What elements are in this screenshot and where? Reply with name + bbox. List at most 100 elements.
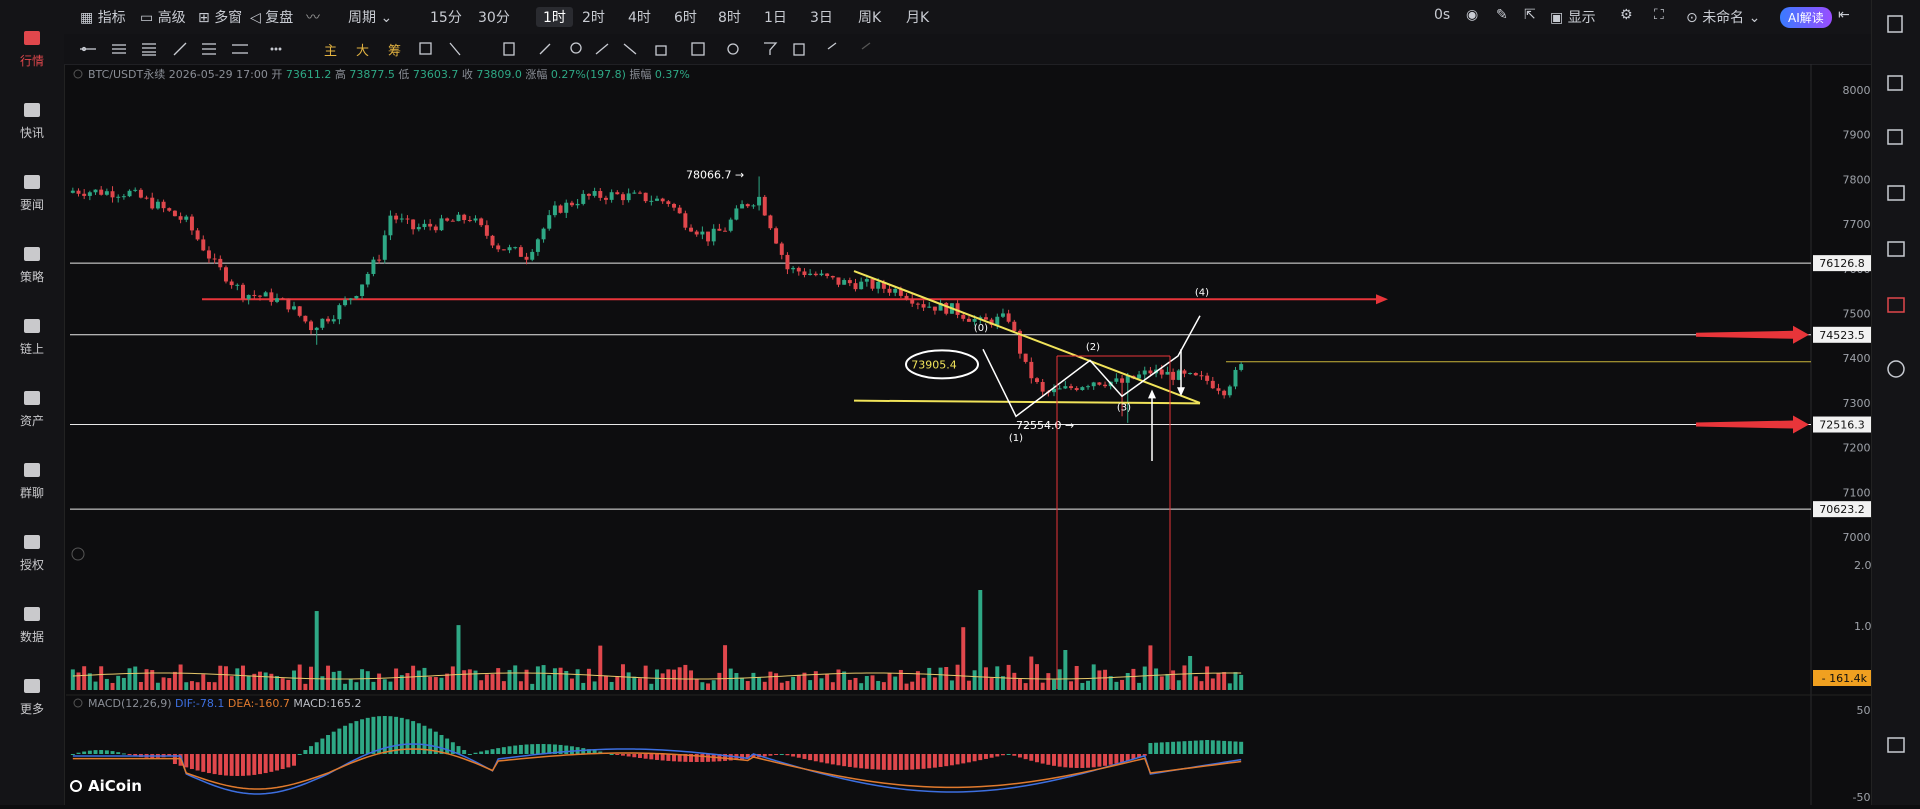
macd-bar	[638, 754, 642, 758]
volume-bar	[1205, 666, 1210, 690]
nav-item-6[interactable]: 群聊	[0, 452, 64, 512]
horizontal-ray-icon[interactable]	[80, 46, 96, 52]
period-tab[interactable]: 3日	[810, 7, 833, 27]
macd-bar	[445, 738, 450, 754]
period-tab[interactable]: 4时	[628, 7, 651, 27]
period-dropdown[interactable]: 周期 ⌄	[348, 7, 392, 27]
descending-trendline[interactable]	[853, 270, 1201, 404]
period-tab[interactable]: 30分	[478, 7, 510, 27]
nav-item-4[interactable]: 链上	[0, 308, 64, 368]
macd-bar	[660, 754, 665, 761]
fib-icon[interactable]	[232, 44, 248, 54]
list-icon[interactable]	[1887, 129, 1903, 145]
globe-icon[interactable]	[1887, 360, 1905, 378]
indicators-button[interactable]: ▦ 指标	[80, 7, 126, 27]
candle-body	[1216, 388, 1221, 391]
nav-item-8[interactable]: 数据	[0, 596, 64, 656]
screen-icon[interactable]	[1887, 185, 1905, 201]
ai-read-button[interactable]: AI解读	[1780, 7, 1832, 28]
volume-bar	[757, 677, 762, 690]
macd-bar	[1080, 754, 1085, 768]
chart-view-icon[interactable]	[1887, 737, 1905, 753]
candle-body	[155, 201, 160, 209]
eye-toggle-icon[interactable]	[73, 69, 83, 79]
high-mark-label: 78066.7 →	[686, 168, 744, 181]
template-dropdown[interactable]: ⊙ 未命名 ⌄	[1686, 7, 1760, 27]
chart-type-icon[interactable]: 〰	[306, 7, 320, 27]
candle-body	[592, 191, 597, 196]
top-toolbar: ▦ 指标 ▭ 高级 ⊞ 多窗 ◁ 复盘 〰 周期 ⌄ 15分 30分 1时 2时 4时 6…	[64, 0, 1872, 35]
main-force-button[interactable]: 主	[324, 40, 337, 59]
macd-bar	[870, 754, 875, 770]
period-tab[interactable]: 6时	[674, 7, 697, 27]
period-tab[interactable]: 15分	[430, 7, 462, 27]
nav-item-5[interactable]: 资产	[0, 380, 64, 440]
panel-icon[interactable]	[1887, 75, 1903, 91]
macd-bar	[1074, 754, 1079, 768]
robot-icon[interactable]	[1887, 297, 1905, 313]
price-tick: 79000.0	[1843, 129, 1873, 142]
channel-icon[interactable]	[202, 43, 216, 55]
volume-bar	[104, 678, 109, 690]
expand-circle-icon[interactable]	[71, 547, 85, 561]
volume-bar	[326, 665, 331, 690]
chip-button[interactable]: 筹	[388, 40, 401, 59]
macd-bar	[206, 754, 211, 774]
volume-bar	[530, 683, 535, 690]
nav-item-1[interactable]: 快讯	[0, 92, 64, 152]
period-tab[interactable]: 8时	[718, 7, 741, 27]
volume-bar	[360, 669, 365, 690]
nav-label: 数据	[19, 630, 44, 644]
candle-body	[734, 208, 739, 220]
candle-body	[1210, 380, 1215, 389]
support-trendline[interactable]	[853, 399, 1201, 405]
volume-bar	[223, 666, 228, 690]
macd-bar	[1159, 742, 1164, 754]
macd-bar	[371, 716, 376, 754]
settings-icon[interactable]: ⚙	[1620, 7, 1633, 23]
collapse-icon[interactable]: ⇤	[1838, 7, 1850, 23]
period-tab[interactable]: 周K	[858, 7, 881, 27]
period-tab[interactable]: 月K	[906, 7, 929, 27]
nav-item-0[interactable]: 行情	[0, 20, 64, 80]
alarm-icon[interactable]	[73, 698, 83, 708]
volume-bar	[1091, 664, 1096, 690]
nav-item-3[interactable]: 策略	[0, 236, 64, 296]
multi-window-button[interactable]: ⊞ 多窗	[198, 7, 242, 27]
macd-bar	[615, 754, 620, 755]
etf-icon[interactable]	[1887, 241, 1905, 257]
volume-bar	[904, 683, 909, 690]
candle-body	[104, 191, 109, 195]
macd-bar	[399, 717, 404, 754]
share-icon[interactable]: ⇱	[1524, 7, 1536, 23]
orders-icon[interactable]	[1887, 15, 1903, 33]
period-tab[interactable]: 1日	[764, 7, 787, 27]
trend-line-icon[interactable]	[173, 42, 187, 56]
volume-bar	[1103, 669, 1108, 690]
fullscreen-icon[interactable]: ⛶	[1654, 7, 1664, 23]
advanced-button[interactable]: ▭ 高级	[140, 7, 186, 27]
more-dots-icon[interactable]	[270, 47, 282, 51]
replay-button[interactable]: ◁ 复盘	[250, 7, 293, 27]
chart-area[interactable]: BTC/USDT永续 2026-05-29 17:00 开 73611.2 高 …	[66, 64, 1888, 805]
big-order-button[interactable]: 大	[356, 40, 369, 59]
macd-bar	[314, 742, 319, 754]
camera-icon[interactable]: ◉	[1466, 7, 1478, 23]
nav-label: 要闻	[19, 198, 44, 212]
period-tab[interactable]: 1时	[536, 7, 573, 27]
volume-bar	[734, 673, 739, 690]
parallel-lines-icon[interactable]	[142, 43, 156, 56]
nav-item-2[interactable]: 要闻	[0, 164, 64, 224]
candle-body	[740, 204, 745, 209]
candle-body	[864, 279, 869, 282]
macd-bar	[93, 750, 98, 754]
horizontal-line-icon[interactable]	[112, 44, 126, 54]
macd-bar	[377, 716, 382, 754]
pencil-icon[interactable]: ✎	[1496, 7, 1508, 23]
period-tab[interactable]: 2时	[582, 7, 605, 27]
nav-item-9[interactable]: 更多	[0, 668, 64, 728]
display-button[interactable]: ▣ 显示	[1550, 7, 1596, 27]
candle-body	[983, 317, 988, 320]
nav-item-7[interactable]: 授权	[0, 524, 64, 584]
price-chart[interactable]: BTC/USDT永续 2026-05-29 17:00 开 73611.2 高 …	[66, 64, 1888, 805]
